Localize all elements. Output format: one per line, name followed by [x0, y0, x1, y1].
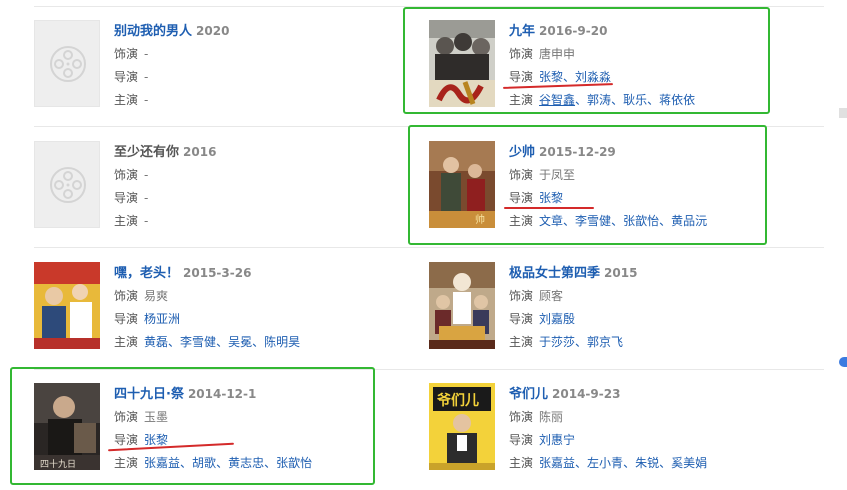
cast-value: - [144, 93, 149, 107]
svg-text:爷们儿: 爷们儿 [437, 392, 479, 409]
poster-placeholder[interactable] [34, 20, 100, 107]
movie-year: 2015-3-26 [183, 266, 252, 280]
role-label: 饰演 [509, 289, 534, 303]
movie-poster[interactable] [429, 262, 495, 349]
row-divider [34, 247, 824, 248]
poster-image: 爷们儿 [429, 383, 495, 470]
role-label: 饰演 [114, 47, 139, 61]
cast-link[interactable]: 左小青 [587, 456, 623, 470]
role-label: 饰演 [114, 168, 139, 182]
role-value: 陈丽 [539, 410, 564, 424]
highlight-box [403, 7, 770, 114]
movie-year: 2014-9-23 [552, 387, 621, 401]
director-value: - [144, 70, 149, 84]
director-value: - [144, 191, 149, 205]
cast-label: 主演 [509, 335, 534, 349]
movie-title-link[interactable]: 极品女士第四季 [509, 266, 600, 281]
director-link[interactable]: 杨亚洲 [144, 312, 180, 326]
cast-value: - [144, 214, 149, 228]
poster-placeholder[interactable] [34, 141, 100, 228]
highlight-box [10, 367, 375, 485]
movie-card: 嘿，老头！ 2015-3-26 饰演 易爽 导演 杨亚洲 主演 黄磊、李雪健、吴冕、陈明… [34, 250, 414, 350]
movie-year: 2015 [604, 266, 638, 280]
movie-title-link[interactable]: 爷们儿 [509, 387, 548, 402]
cast-link[interactable]: 黄磊 [144, 335, 168, 349]
movie-card: 至少还有你 2016 饰演 - 导演 - 主演 - [34, 129, 414, 229]
movie-year: 2020 [196, 24, 230, 38]
director-label: 导演 [509, 312, 534, 326]
cast-link[interactable]: 朱锐 [635, 456, 659, 470]
role-label: 饰演 [509, 410, 534, 424]
cast-link[interactable]: 李雪健 [180, 335, 216, 349]
cast-link[interactable]: 郭京飞 [587, 335, 623, 349]
cast-label: 主演 [114, 335, 139, 349]
role-value: 顾客 [539, 289, 564, 303]
cast-link[interactable]: 张嘉益 [539, 456, 575, 470]
cast-label: 主演 [114, 93, 139, 107]
movie-title-link[interactable]: 嘿，老头！ [114, 266, 179, 281]
role-value: - [144, 168, 149, 182]
director-link[interactable]: 刘嘉殷 [539, 312, 575, 326]
edge-fragment [839, 108, 847, 118]
movie-card: 别动我的男人 2020 饰演 - 导演 - 主演 - [34, 8, 414, 108]
director-label: 导演 [114, 191, 139, 205]
movie-title-link[interactable]: 别动我的男人 [114, 24, 192, 39]
edge-fragment [839, 357, 847, 367]
cast-link[interactable]: 吴冕 [228, 335, 252, 349]
director-link[interactable]: 刘惠宁 [539, 433, 575, 447]
cast-link[interactable]: 于莎莎 [539, 335, 575, 349]
film-reel-icon [50, 46, 86, 82]
director-label: 导演 [114, 70, 139, 84]
movie-year: 2016 [183, 145, 217, 159]
movie-poster[interactable]: 爷们儿 [429, 383, 495, 470]
role-label: 饰演 [114, 289, 139, 303]
poster-image [34, 262, 100, 349]
cast-label: 主演 [509, 456, 534, 470]
director-label: 导演 [114, 312, 139, 326]
movie-title-link[interactable]: 至少还有你 [114, 145, 179, 160]
movie-card: 极品女士第四季 2015 饰演 顾客 导演 刘嘉殷 主演 于莎莎、郭京飞 [429, 250, 809, 350]
cast-label: 主演 [114, 214, 139, 228]
director-label: 导演 [509, 433, 534, 447]
movie-card: 爷们儿 爷们儿 2014-9-23 饰演 陈丽 导演 刘惠宁 主演 张嘉益、左小青、朱锐… [429, 371, 809, 471]
movie-poster[interactable] [34, 262, 100, 349]
role-value: 易爽 [144, 289, 169, 303]
cast-link[interactable]: 奚美娟 [671, 456, 707, 470]
cast-link[interactable]: 陈明昊 [264, 335, 300, 349]
red-underline [504, 207, 594, 209]
film-reel-icon [50, 167, 86, 203]
poster-image [429, 262, 495, 349]
highlight-box [408, 125, 767, 245]
role-value: - [144, 47, 149, 61]
